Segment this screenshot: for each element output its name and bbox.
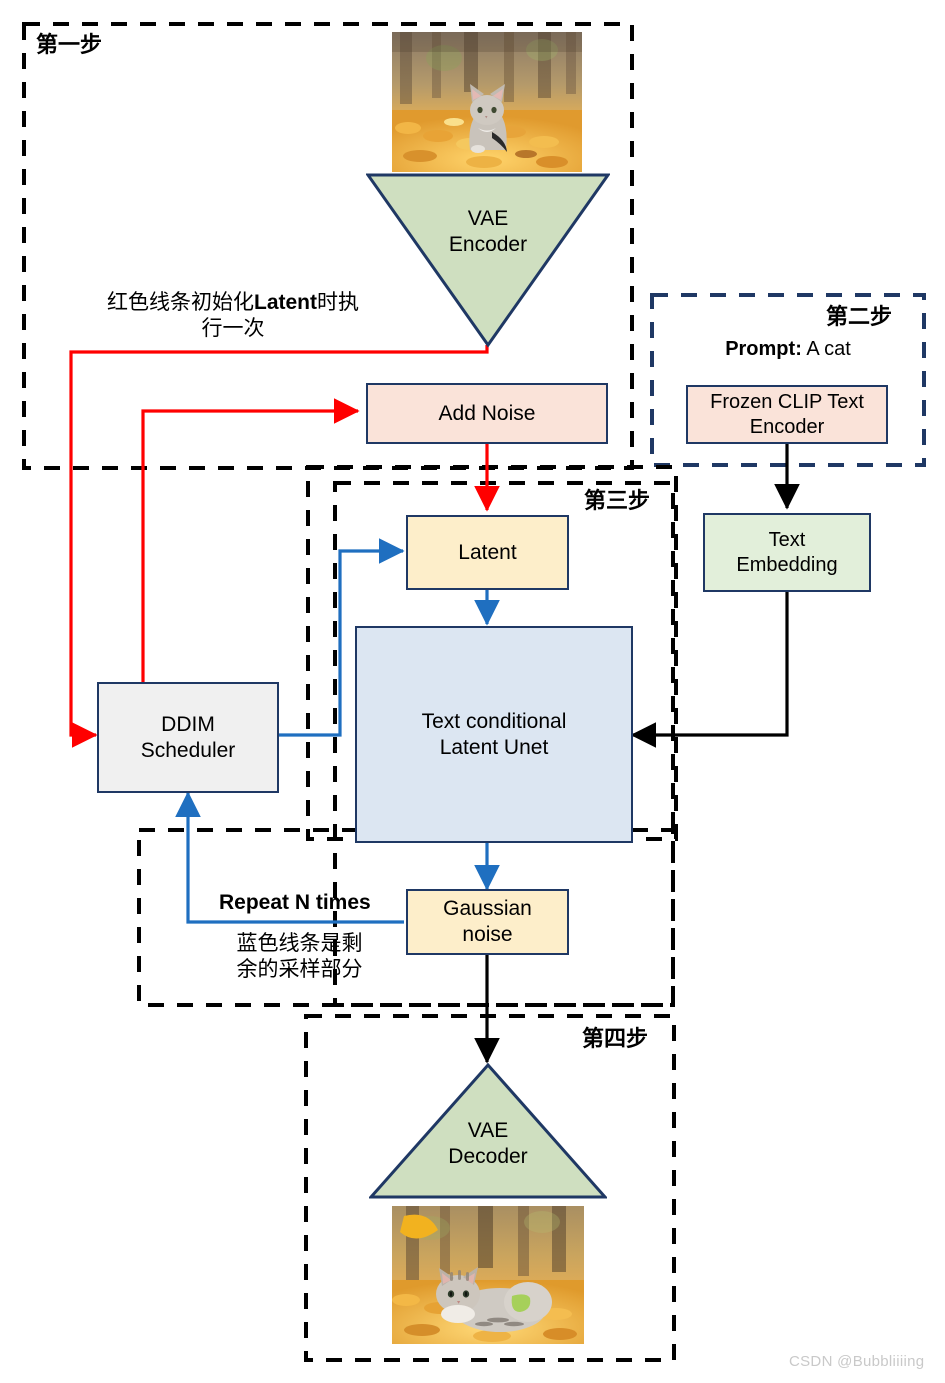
unet-label-line2: Latent Unet	[439, 735, 549, 759]
text-embedding-label-line2: Embedding	[736, 553, 838, 576]
add-noise-node[interactable]: Add Noise	[366, 383, 608, 444]
output-image	[392, 1206, 584, 1344]
red-note-line2: 行一次	[201, 316, 265, 340]
input-image-art	[392, 32, 582, 172]
vae-decoder-label-line2: Decoder	[448, 1145, 528, 1169]
vae-decoder-label-line1: VAE	[467, 1119, 509, 1142]
step4-label: 第四步	[582, 1026, 649, 1051]
red-flow-note: 红色线条初始化Latent时执 行一次	[68, 290, 398, 341]
watermark: CSDN @Bubbliiiing	[789, 1353, 925, 1370]
output-image-art	[392, 1206, 584, 1344]
vae-encoder-label-line1: VAE	[467, 207, 509, 230]
text-embedding-node[interactable]: Text Embedding	[703, 513, 871, 592]
diagram-canvas: 第一步 第二步 第三步 第四步 VAE Encoder 红色线条初始化Laten…	[0, 0, 945, 1383]
ddim-scheduler-node[interactable]: DDIM Scheduler	[97, 682, 279, 793]
frozen-clip-label-line2: Encoder	[749, 415, 825, 438]
vae-encoder-label-line2: Encoder	[448, 233, 528, 257]
vae-decoder-node[interactable]: VAE Decoder	[367, 1062, 609, 1200]
text-conditional-latent-unet-node[interactable]: Text conditional Latent Unet	[355, 626, 633, 843]
prompt-line: Prompt: A cat	[652, 337, 924, 361]
repeat-n-times-label: Repeat N times	[219, 891, 371, 914]
ddim-label-line2: Scheduler	[140, 738, 236, 762]
prompt-key: Prompt:	[725, 338, 802, 360]
step2-label: 第二步	[826, 304, 893, 329]
blue-flow-note: 蓝色线条是剩 余的采样部分	[212, 931, 387, 982]
prompt-value: A cat	[801, 338, 851, 360]
step3-label: 第三步	[584, 488, 651, 513]
input-image	[392, 32, 582, 172]
vae-encoder-node[interactable]: VAE Encoder	[365, 172, 611, 348]
latent-label: Latent	[458, 540, 517, 564]
unet-label-line1: Text conditional	[421, 709, 567, 733]
frozen-clip-label-line1: Frozen CLIP Text	[710, 391, 864, 414]
blue-note-line2: 余的采样部分	[236, 957, 363, 981]
red-note-part3: 时执	[317, 291, 359, 314]
flow-ddim-to-addnoise	[141, 398, 360, 683]
frozen-clip-text-encoder-node[interactable]: Frozen CLIP Text Encoder	[686, 385, 888, 444]
latent-node[interactable]: Latent	[406, 515, 569, 590]
gaussian-label-line1: Gaussian	[443, 897, 532, 921]
ddim-label-line1: DDIM	[161, 712, 215, 736]
step1-label: 第一步	[36, 32, 103, 57]
flow-textemb-to-unet	[630, 592, 789, 748]
red-note-part1: 红色线条初始化	[107, 291, 254, 314]
blue-note-line1: 蓝色线条是剩	[236, 932, 363, 955]
add-noise-label: Add Noise	[438, 401, 536, 425]
text-embedding-label-line1: Text	[768, 529, 806, 552]
red-note-latent-word: Latent	[254, 291, 317, 314]
gaussian-noise-node[interactable]: Gaussian noise	[406, 889, 569, 955]
gaussian-label-line2: noise	[462, 923, 513, 946]
